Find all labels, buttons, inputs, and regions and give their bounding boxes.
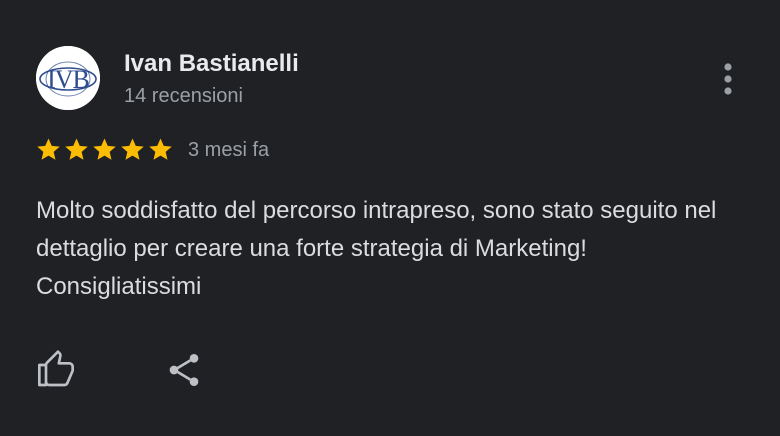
star-icon <box>37 138 60 160</box>
review-count[interactable]: 14 recensioni <box>124 85 243 108</box>
like-button[interactable] <box>32 346 80 394</box>
ivb-logo-icon: IVB <box>36 46 100 110</box>
review-time: 3 mesi fa <box>188 139 270 161</box>
review-text: Molto soddisfatto del percorso intrapres… <box>36 197 717 300</box>
avatar[interactable]: IVB <box>36 46 100 110</box>
star-icon <box>65 138 88 160</box>
star-icon <box>149 138 172 160</box>
more-options-button[interactable] <box>710 58 746 102</box>
star-icon <box>121 138 144 160</box>
thumb-up-icon <box>38 350 74 387</box>
reviewer-name[interactable]: Ivan Bastianelli <box>124 50 299 78</box>
more-vert-icon <box>724 63 732 95</box>
star-icon <box>93 138 116 160</box>
star-rating <box>35 136 174 163</box>
share-icon <box>169 354 199 386</box>
share-button[interactable] <box>160 346 208 394</box>
svg-text:IVB: IVB <box>47 65 89 94</box>
review-card: IVB Ivan Bastianelli 14 recensioni 3 mes… <box>0 0 780 436</box>
